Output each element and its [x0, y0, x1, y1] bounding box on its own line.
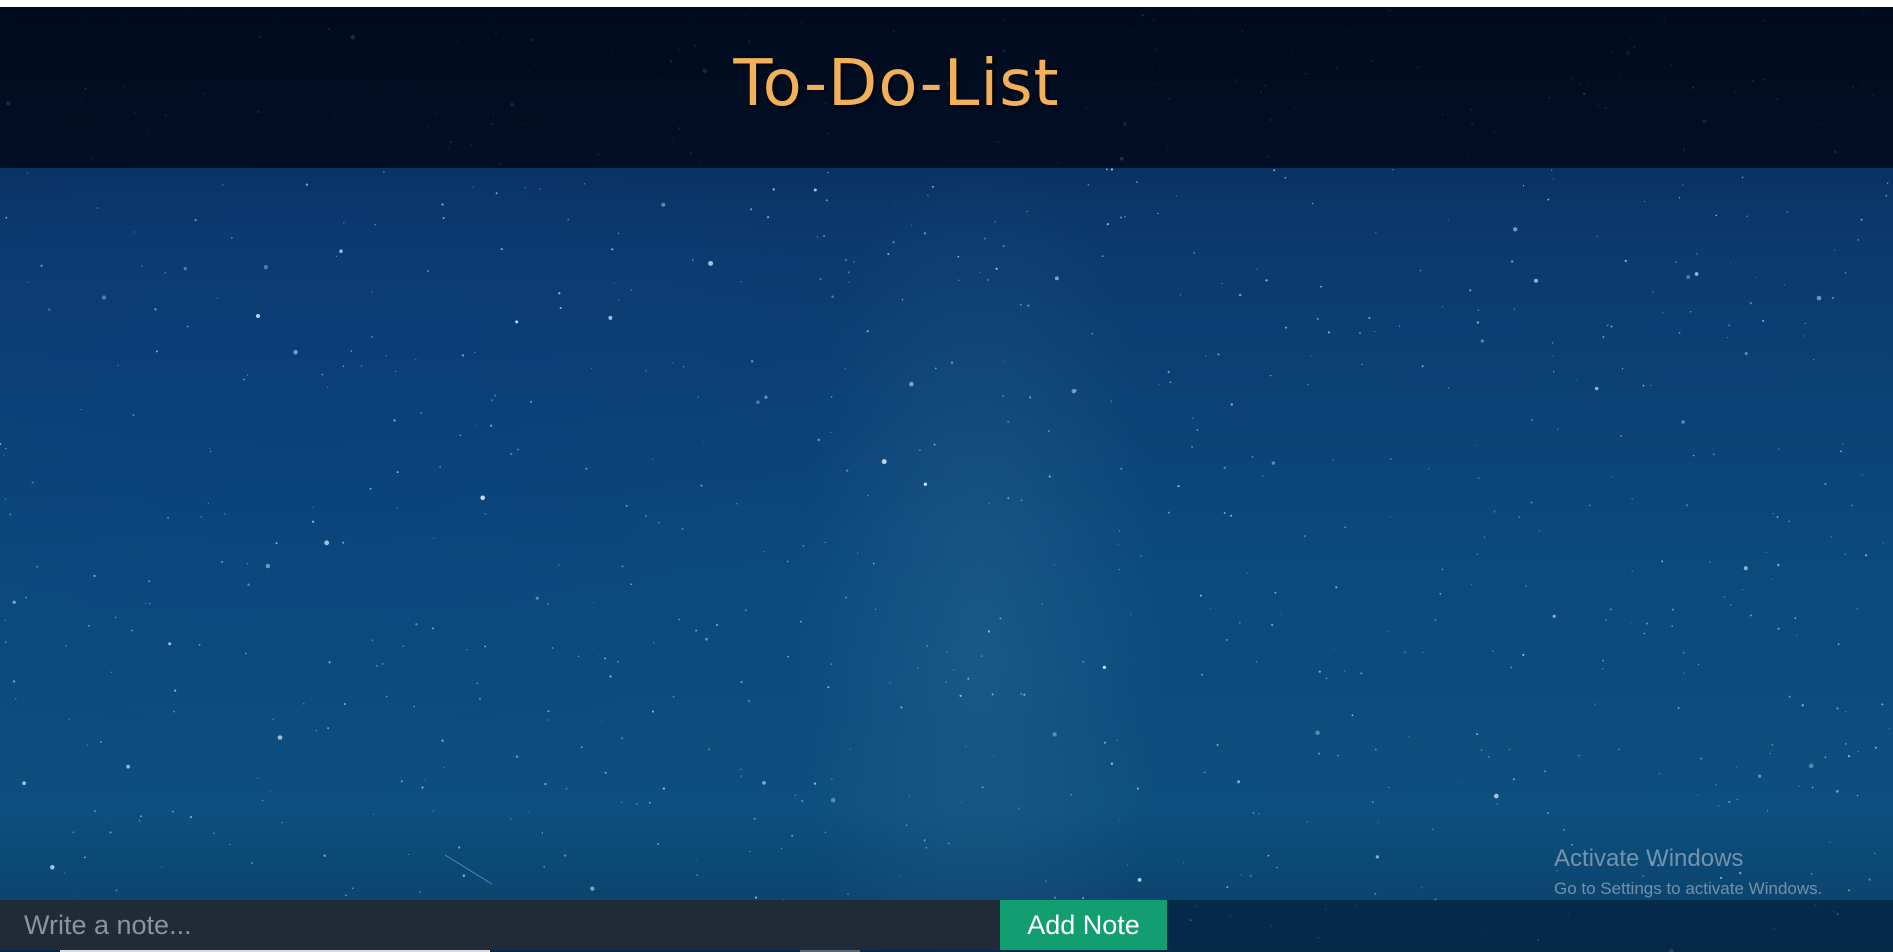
- note-input[interactable]: [0, 900, 1000, 950]
- add-note-button[interactable]: Add Note: [1000, 900, 1167, 950]
- watermark-title: Activate Windows: [1554, 845, 1744, 872]
- page-top-strip: [0, 0, 1893, 7]
- page-title: To-Do-List: [733, 47, 1060, 121]
- app-header: To-Do-List: [0, 7, 1893, 168]
- activate-windows-watermark: Activate Windows Go to Settings to activ…: [1554, 844, 1822, 900]
- watermark-subtitle: Go to Settings to activate Windows.: [1554, 879, 1823, 898]
